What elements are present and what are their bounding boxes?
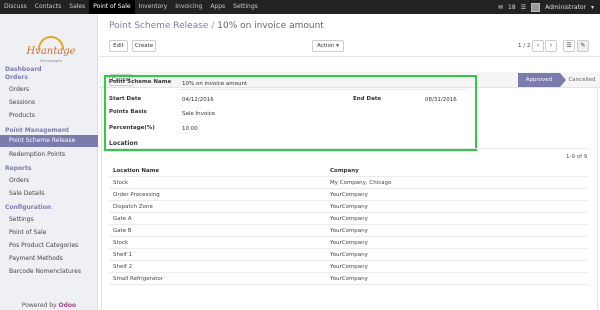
sidebar: Hvantage Technologies Dashboard Orders O… — [0, 14, 98, 310]
table-row[interactable]: Stock My Company, Chicago — [109, 176, 588, 188]
cell-location-name: Gate B — [113, 228, 132, 234]
cell-company: YourCompany — [330, 276, 368, 282]
status-approved[interactable]: Approved — [518, 73, 566, 87]
sidebar-item-report-orders[interactable]: Orders — [0, 175, 98, 187]
main-content: Point Scheme Release / 10% on invoice am… — [99, 14, 600, 310]
cell-company: YourCompany — [330, 252, 368, 258]
cell-company: YourCompany — [330, 228, 368, 234]
table-row[interactable]: Gate A YourCompany — [109, 212, 588, 224]
cell-company: YourCompany — [330, 216, 368, 222]
activity-icon[interactable]: ☰ — [521, 4, 526, 11]
powered-by-text: Powered by — [21, 302, 57, 309]
top-menu: Discuss Contacts Sales Point of Sale Inv… — [0, 0, 262, 14]
powered-by-brand[interactable]: Odoo — [59, 302, 77, 309]
table-row[interactable]: Shelf 2 YourCompany — [109, 260, 588, 272]
menu-invoicing[interactable]: Invoicing — [171, 0, 206, 14]
location-title-divider — [109, 148, 588, 149]
table-bottom-divider — [109, 284, 588, 285]
menu-inventory[interactable]: Inventory — [135, 0, 172, 14]
sidebar-item-sessions[interactable]: Sessions — [0, 97, 98, 109]
sidebar-item-pos-product-categories[interactable]: Pos Product Categories — [0, 240, 98, 252]
avatar[interactable] — [531, 2, 541, 12]
powered-by: Powered by Odoo — [0, 302, 98, 309]
logo-tagline: Technologies — [39, 59, 63, 63]
sidebar-item-payment-methods[interactable]: Payment Methods — [0, 253, 98, 265]
highlight-box — [104, 75, 477, 151]
sidebar-item-products[interactable]: Products — [0, 110, 98, 122]
sidebar-section-configuration: Configuration — [5, 204, 52, 211]
user-menu[interactable]: Administrator — [545, 4, 586, 11]
breadcrumb: Point Scheme Release / 10% on invoice am… — [109, 21, 324, 31]
cell-location-name: Gate A — [113, 216, 132, 222]
sidebar-item-sale-details[interactable]: Sale Details — [0, 188, 98, 200]
cell-location-name: Stock — [113, 240, 129, 246]
table-row[interactable]: Order Processing YourCompany — [109, 188, 588, 200]
action-dropdown[interactable]: Action ▾ — [312, 40, 344, 52]
table-row[interactable]: Small Refrigerator YourCompany — [109, 272, 588, 284]
chevron-left-icon[interactable]: ‹ — [532, 40, 544, 52]
cell-location-name: Small Refrigerator — [113, 276, 163, 282]
breadcrumb-separator: / — [211, 21, 215, 31]
location-count: 1-9 of 9 — [566, 154, 588, 160]
sidebar-item-barcode-nomenclatures[interactable]: Barcode Nomenclatures — [0, 266, 98, 278]
menu-apps[interactable]: Apps — [206, 0, 229, 14]
cell-company: My Company, Chicago — [330, 180, 392, 186]
sidebar-item-point-scheme-release[interactable]: Point Scheme Release — [0, 135, 98, 147]
cell-location-name: Shelf 2 — [113, 264, 133, 270]
column-header-company[interactable]: Company — [330, 168, 359, 174]
chevron-right-icon[interactable]: › — [545, 40, 557, 52]
sidebar-section-point-management: Point Management — [5, 127, 69, 134]
company-logo[interactable]: Hvantage Technologies — [16, 34, 86, 68]
list-view-icon[interactable]: ☰ — [563, 40, 575, 52]
sidebar-item-point-of-sale[interactable]: Point of Sale — [0, 227, 98, 239]
cell-location-name: Shelf 1 — [113, 252, 133, 258]
pager-value[interactable]: 1 / 2 — [518, 43, 530, 49]
logo-text: Hvantage — [26, 46, 76, 57]
cell-location-name: Order Processing — [113, 192, 160, 198]
caret-down-icon[interactable]: ▾ — [591, 4, 594, 11]
messages-icon[interactable]: ✉ — [498, 4, 503, 11]
breadcrumb-current: 10% on invoice amount — [217, 21, 324, 31]
create-button[interactable]: Create — [132, 40, 156, 52]
cell-location-name: Stock — [113, 180, 129, 186]
top-navbar: Discuss Contacts Sales Point of Sale Inv… — [0, 0, 600, 14]
menu-point-of-sale[interactable]: Point of Sale — [89, 0, 135, 14]
sidebar-section-dashboard[interactable]: Dashboard — [5, 66, 42, 73]
toolbar-divider — [99, 56, 600, 57]
menu-contacts[interactable]: Contacts — [31, 0, 65, 14]
sidebar-section-reports: Reports — [5, 165, 32, 172]
location-section-title: Location — [109, 140, 138, 147]
menu-sales[interactable]: Sales — [65, 0, 89, 14]
table-row[interactable]: Dispatch Zone YourCompany — [109, 200, 588, 212]
messages-count[interactable]: 18 — [508, 4, 516, 11]
sidebar-item-redemption-points[interactable]: Redemption Points — [0, 149, 98, 161]
cell-location-name: Dispatch Zone — [113, 204, 153, 210]
sidebar-item-orders[interactable]: Orders — [0, 84, 98, 96]
cell-company: YourCompany — [330, 192, 368, 198]
sidebar-item-settings[interactable]: Settings — [0, 214, 98, 226]
breadcrumb-parent[interactable]: Point Scheme Release — [109, 21, 208, 31]
column-header-location-name[interactable]: Location Name — [113, 168, 159, 174]
menu-discuss[interactable]: Discuss — [0, 0, 31, 14]
table-row[interactable]: Shelf 1 YourCompany — [109, 248, 588, 260]
form-view-icon[interactable]: ✎ — [577, 40, 589, 52]
status-cancelled[interactable]: Cancelled — [565, 73, 599, 87]
table-row[interactable]: Gate B YourCompany — [109, 224, 588, 236]
table-row[interactable]: Stock YourCompany — [109, 236, 588, 248]
sidebar-section-orders: Orders — [5, 74, 28, 81]
menu-settings[interactable]: Settings — [229, 0, 262, 14]
edit-button[interactable]: Edit — [109, 40, 128, 52]
cell-company: YourCompany — [330, 204, 368, 210]
cell-company: YourCompany — [330, 240, 368, 246]
cell-company: YourCompany — [330, 264, 368, 270]
